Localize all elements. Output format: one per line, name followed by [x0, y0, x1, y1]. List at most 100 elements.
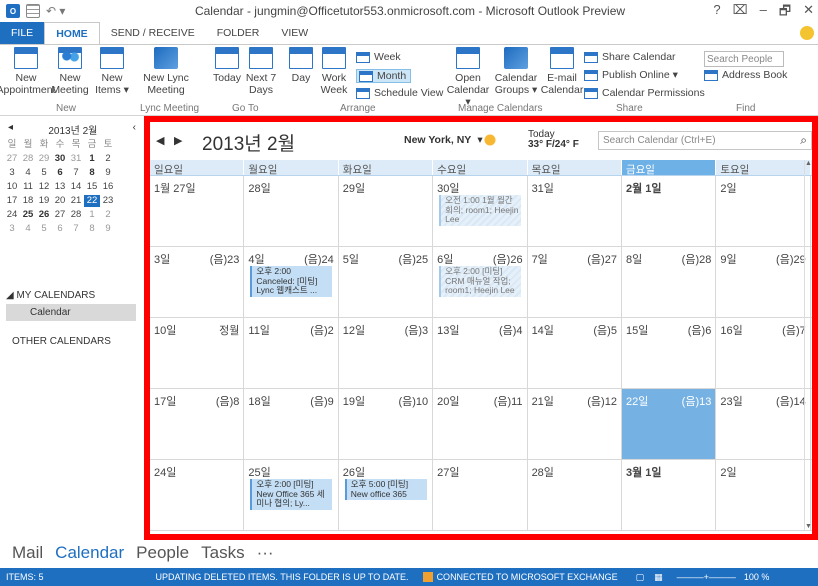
- mini-day[interactable]: 10: [4, 181, 20, 193]
- mini-day[interactable]: 3: [4, 223, 20, 235]
- day-cell[interactable]: 4일 (음)24 오후 2:00 Canceled: [미팅] Lync 웹캐스트 …: [244, 247, 339, 317]
- day-cell[interactable]: 3월 1일: [622, 460, 717, 530]
- day-cell[interactable]: 18일 (음)9: [244, 389, 339, 459]
- day-cell[interactable]: 27일: [433, 460, 528, 530]
- mini-day[interactable]: 1: [84, 153, 100, 165]
- day-cell[interactable]: 16일 (음)7: [716, 318, 811, 388]
- zoom-slider[interactable]: ———+———: [677, 572, 736, 582]
- scroll-up-icon[interactable]: ▲: [805, 160, 812, 167]
- next-7-days-button[interactable]: Next 7 Days: [244, 47, 278, 96]
- day-cell[interactable]: 3일 (음)23: [150, 247, 245, 317]
- new-appointment-button[interactable]: New Appointment: [0, 47, 55, 96]
- mini-day[interactable]: 27: [4, 153, 20, 165]
- weather-city-dropdown[interactable]: New York, NY ▾: [404, 134, 483, 146]
- search-icon[interactable]: ⌕: [800, 133, 807, 148]
- reading-view-icon[interactable]: ▦: [654, 572, 663, 583]
- day-cell[interactable]: 17일 (음)8: [150, 389, 245, 459]
- next-month-arrow[interactable]: ▶: [174, 134, 182, 147]
- day-cell[interactable]: 25일 오후 2:00 [미팅] New Office 365 세미나 협의; L…: [244, 460, 339, 530]
- day-cell[interactable]: 29일: [339, 176, 434, 246]
- mini-day[interactable]: 28: [20, 153, 36, 165]
- ribbon-display-button[interactable]: ⌧: [733, 2, 748, 24]
- day-cell[interactable]: 1월 27일: [150, 176, 245, 246]
- today-button[interactable]: Today: [212, 47, 242, 84]
- tab-send-receive[interactable]: SEND / RECEIVE: [100, 22, 206, 44]
- send-receive-icon[interactable]: [26, 4, 40, 18]
- close-button[interactable]: ✕: [803, 2, 814, 24]
- calendar-permissions-button[interactable]: Calendar Permissions: [584, 87, 705, 99]
- day-cell[interactable]: 12일 (음)3: [339, 318, 434, 388]
- day-cell[interactable]: 6일 (음)26 오후 2:00 [미팅] CRM 매뉴얼 작업; room1; H…: [433, 247, 528, 317]
- day-cell[interactable]: 31일: [528, 176, 622, 246]
- mini-day[interactable]: 8: [84, 167, 100, 179]
- mini-day[interactable]: 13: [52, 181, 68, 193]
- day-cell[interactable]: 7일 (음)27: [528, 247, 622, 317]
- tab-folder[interactable]: FOLDER: [206, 22, 271, 44]
- mini-day[interactable]: 6: [52, 223, 68, 235]
- mini-day[interactable]: 7: [68, 223, 84, 235]
- mini-day[interactable]: 15: [84, 181, 100, 193]
- email-calendar-button[interactable]: E-mail Calendar: [541, 47, 583, 96]
- mini-day[interactable]: 5: [36, 167, 52, 179]
- address-book-button[interactable]: Address Book: [704, 69, 787, 81]
- mini-day[interactable]: 2: [100, 153, 116, 165]
- mini-next-button[interactable]: ‹: [133, 122, 136, 137]
- tab-home[interactable]: HOME: [44, 22, 100, 44]
- work-week-button[interactable]: Work Week: [318, 47, 350, 96]
- new-meeting-button[interactable]: New Meeting: [50, 47, 90, 96]
- day-cell[interactable]: 11일 (음)2: [244, 318, 339, 388]
- mini-day[interactable]: 18: [20, 195, 36, 207]
- day-cell[interactable]: 19일 (음)10: [339, 389, 434, 459]
- mini-day[interactable]: 11: [20, 181, 36, 193]
- day-cell[interactable]: 22일 (음)13: [621, 389, 717, 459]
- normal-view-icon[interactable]: ▢: [636, 572, 645, 583]
- calendar-event[interactable]: 오전 1:00 1월 월간회의; room1; Heejin Lee: [439, 195, 522, 226]
- mini-day[interactable]: 1: [84, 209, 100, 221]
- day-cell[interactable]: 5일 (음)25: [339, 247, 434, 317]
- mini-day[interactable]: 3: [4, 167, 20, 179]
- day-cell[interactable]: 21일 (음)12: [528, 389, 622, 459]
- mini-day[interactable]: 12: [36, 181, 52, 193]
- mini-day[interactable]: 14: [68, 181, 84, 193]
- calendar-groups-button[interactable]: Calendar Groups ▾: [494, 47, 538, 96]
- tab-file[interactable]: FILE: [0, 22, 45, 44]
- day-cell[interactable]: 23일 (음)14: [716, 389, 811, 459]
- nav-people[interactable]: People: [136, 543, 189, 563]
- publish-online-button[interactable]: Publish Online ▾: [584, 69, 678, 81]
- mini-day[interactable]: 9: [100, 223, 116, 235]
- minimize-button[interactable]: –: [760, 2, 767, 24]
- day-cell[interactable]: 2일: [716, 176, 811, 246]
- mini-day[interactable]: 4: [20, 167, 36, 179]
- mini-day[interactable]: 16: [100, 181, 116, 193]
- calendar-event[interactable]: 오후 5:00 [미팅] New office 365: [344, 479, 427, 500]
- calendar-event[interactable]: 오후 2:00 [미팅] CRM 매뉴얼 작업; room1; Heejin L…: [439, 266, 522, 297]
- day-cell[interactable]: 20일 (음)11: [433, 389, 528, 459]
- day-cell[interactable]: 28일: [244, 176, 339, 246]
- day-cell[interactable]: 28일: [528, 460, 622, 530]
- mini-day[interactable]: 4: [20, 223, 36, 235]
- mini-day[interactable]: 25: [20, 209, 36, 221]
- search-calendar-input[interactable]: Search Calendar (Ctrl+E) ⌕: [598, 131, 812, 150]
- week-view-button[interactable]: Week: [356, 51, 401, 63]
- day-cell[interactable]: 8일 (음)28: [622, 247, 717, 317]
- mini-day[interactable]: 6: [52, 167, 68, 179]
- new-lync-meeting-button[interactable]: New Lync Meeting: [138, 47, 194, 96]
- mini-day[interactable]: 23: [100, 195, 116, 207]
- mini-day[interactable]: 9: [100, 167, 116, 179]
- mini-day[interactable]: 30: [52, 153, 68, 165]
- my-calendars-header[interactable]: ◢ MY CALENDARS: [6, 290, 95, 301]
- mini-day[interactable]: 17: [4, 195, 20, 207]
- mini-day[interactable]: 29: [36, 153, 52, 165]
- day-cell[interactable]: 9일 (음)29: [716, 247, 811, 317]
- day-cell[interactable]: 26일 오후 5:00 [미팅] New office 365: [339, 460, 434, 530]
- open-calendar-button[interactable]: Open Calendar ▾: [446, 47, 490, 108]
- nav-more[interactable]: ···: [257, 543, 274, 563]
- scroll-down-icon[interactable]: ▼: [805, 523, 812, 530]
- mini-day[interactable]: 28: [68, 209, 84, 221]
- schedule-view-button[interactable]: Schedule View: [356, 87, 443, 99]
- new-items-button[interactable]: New Items ▾: [92, 47, 132, 96]
- mini-day[interactable]: 5: [36, 223, 52, 235]
- day-cell[interactable]: 2일: [716, 460, 811, 530]
- nav-calendar[interactable]: Calendar: [55, 543, 124, 563]
- mini-prev-button[interactable]: ◂: [8, 122, 13, 137]
